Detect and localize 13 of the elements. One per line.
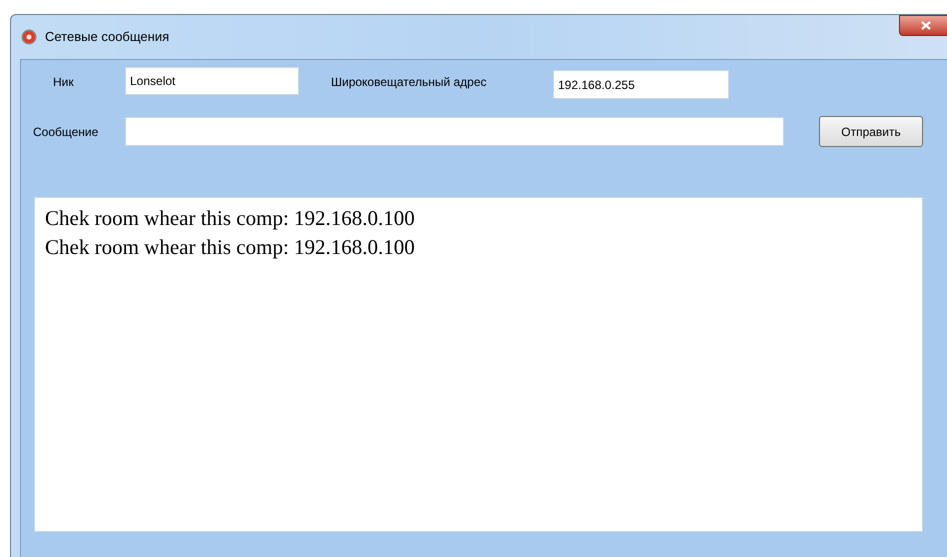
log-line: Chek room whear this comp: 192.168.0.100 — [45, 205, 416, 232]
message-field[interactable] — [125, 117, 784, 146]
nick-label: Ник — [53, 74, 75, 91]
broadcast-field[interactable]: 192.168.0.255 — [553, 70, 729, 99]
broadcast-label: Широковещательный адрес — [331, 74, 488, 91]
close-icon — [921, 21, 931, 30]
message-label: Сообщение — [33, 124, 100, 140]
send-button[interactable]: Отправить — [819, 116, 923, 147]
close-button[interactable] — [899, 15, 947, 36]
log-line: Chek room whear this comp: 192.168.0.100 — [45, 234, 416, 261]
app-icon — [21, 29, 37, 45]
window-title: Сетевые сообщения — [45, 28, 170, 46]
nick-field[interactable]: Lonselot — [125, 67, 299, 95]
